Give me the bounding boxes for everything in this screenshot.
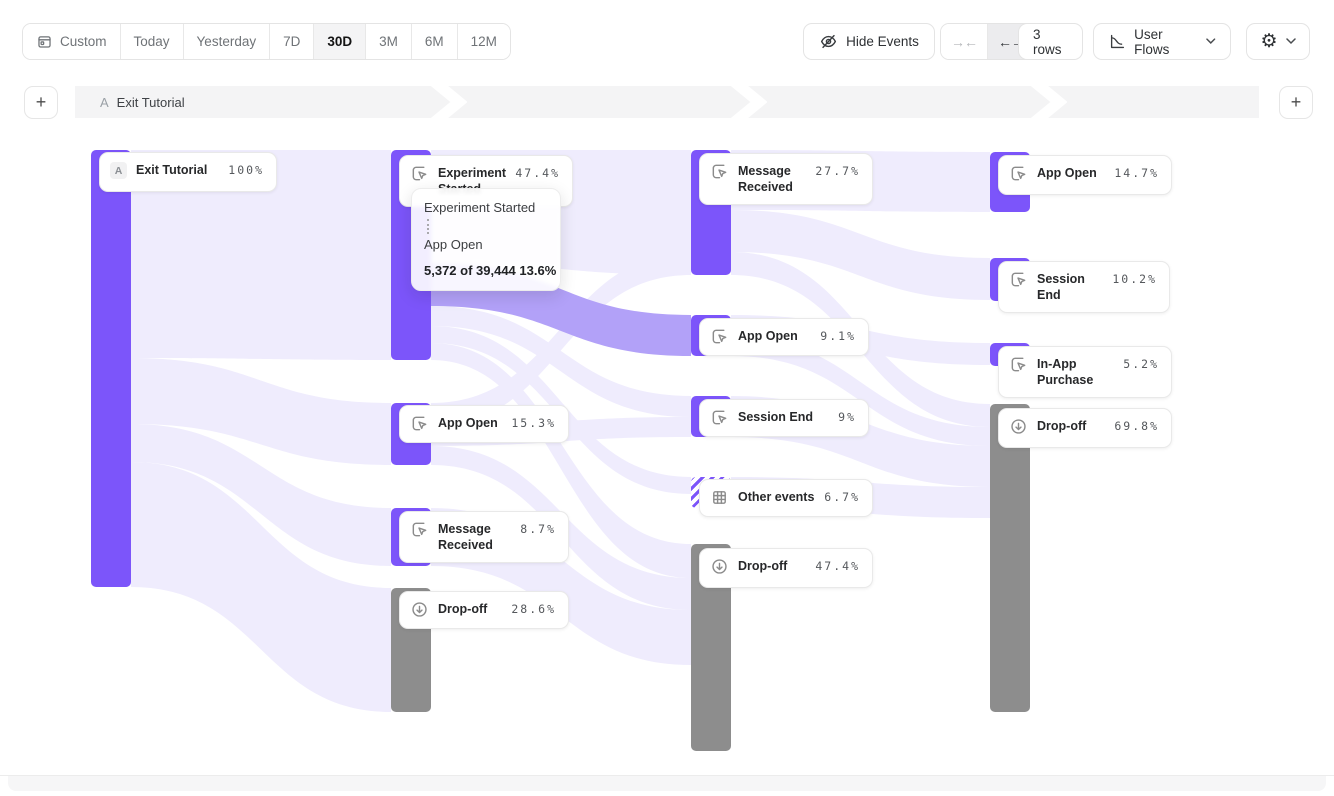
node-percent: 100% bbox=[228, 162, 264, 177]
cursor-click-icon bbox=[410, 164, 429, 183]
arrow-down-circle-icon bbox=[1009, 417, 1028, 436]
node-card-app-open[interactable]: App Open 14.7% bbox=[998, 155, 1172, 195]
node-label: Exit Tutorial bbox=[136, 162, 219, 178]
arrow-down-circle-icon bbox=[710, 557, 729, 576]
tooltip-source-event: Experiment Started bbox=[424, 200, 548, 216]
node-card-session-end[interactable]: Session End 10.2% bbox=[998, 261, 1170, 313]
flow-tooltip: Experiment Started App Open 5,372 of 39,… bbox=[411, 188, 561, 291]
node-card-other-events[interactable]: Other events 6.7% bbox=[699, 479, 873, 517]
node-card-drop-off[interactable]: Drop-off 28.6% bbox=[399, 591, 569, 629]
node-label: App Open bbox=[438, 415, 502, 431]
cursor-click-icon bbox=[1009, 164, 1028, 183]
node-label: Message Received bbox=[738, 163, 806, 196]
node-label: Drop-off bbox=[1037, 418, 1105, 434]
node-card-session-end[interactable]: Session End 9% bbox=[699, 399, 869, 437]
node-card-in-app-purchase[interactable]: In-App Purchase 5.2% bbox=[998, 346, 1172, 398]
arrow-down-circle-icon bbox=[410, 600, 429, 619]
node-percent: 9.1% bbox=[820, 328, 856, 343]
node-percent: 47.4% bbox=[815, 558, 860, 573]
grid-icon bbox=[710, 488, 729, 507]
node-percent: 9% bbox=[838, 409, 856, 424]
node-percent: 15.3% bbox=[511, 415, 556, 430]
node-label: Message Received bbox=[438, 521, 511, 554]
step-a-badge: A bbox=[110, 162, 127, 179]
node-label: Other events bbox=[738, 489, 815, 505]
node-percent: 69.8% bbox=[1114, 418, 1159, 433]
cursor-click-icon bbox=[1009, 270, 1028, 289]
node-percent: 10.2% bbox=[1112, 271, 1157, 286]
node-card-drop-off[interactable]: Drop-off 69.8% bbox=[998, 408, 1172, 448]
node-label: Session End bbox=[738, 409, 829, 425]
flow-link[interactable] bbox=[731, 210, 990, 300]
node-card-drop-off[interactable]: Drop-off 47.4% bbox=[699, 548, 873, 588]
node-label: Session End bbox=[1037, 271, 1103, 304]
node-percent: 14.7% bbox=[1114, 165, 1159, 180]
node-card-message-received[interactable]: Message Received 8.7% bbox=[399, 511, 569, 563]
user-flows-app: CustomTodayYesterday7D30D3M6M12M Hide Ev… bbox=[0, 0, 1334, 796]
sankey-bar-drop-off[interactable] bbox=[990, 404, 1030, 712]
node-percent: 27.7% bbox=[815, 163, 860, 178]
node-percent: 5.2% bbox=[1123, 356, 1159, 371]
node-percent: 6.7% bbox=[824, 489, 860, 504]
node-percent: 47.4% bbox=[515, 165, 560, 180]
cursor-click-icon bbox=[410, 414, 429, 433]
sankey-flow-links bbox=[0, 0, 1334, 796]
cursor-click-icon bbox=[710, 408, 729, 427]
node-card-app-open[interactable]: App Open 9.1% bbox=[699, 318, 869, 356]
cursor-click-icon bbox=[710, 162, 729, 181]
node-card-message-received[interactable]: Message Received 27.7% bbox=[699, 153, 873, 205]
cursor-click-icon bbox=[710, 327, 729, 346]
node-label: App Open bbox=[738, 328, 811, 344]
cursor-click-icon bbox=[1009, 355, 1028, 374]
node-label: In-App Purchase bbox=[1037, 356, 1114, 389]
node-label: Drop-off bbox=[738, 558, 806, 574]
node-percent: 8.7% bbox=[520, 521, 556, 536]
node-label: App Open bbox=[1037, 165, 1105, 181]
tooltip-connector-dots bbox=[427, 219, 429, 234]
node-card-app-open[interactable]: App Open 15.3% bbox=[399, 405, 569, 443]
node-percent: 28.6% bbox=[511, 601, 556, 616]
sankey-bar-exit-tutorial[interactable] bbox=[91, 150, 131, 587]
cursor-click-icon bbox=[410, 520, 429, 539]
node-label: Drop-off bbox=[438, 601, 502, 617]
node-card-exit-tutorial[interactable]: A Exit Tutorial 100% bbox=[99, 152, 277, 192]
tooltip-target-event: App Open bbox=[424, 237, 548, 253]
tooltip-stat: 5,372 of 39,444 13.6% bbox=[424, 263, 548, 278]
